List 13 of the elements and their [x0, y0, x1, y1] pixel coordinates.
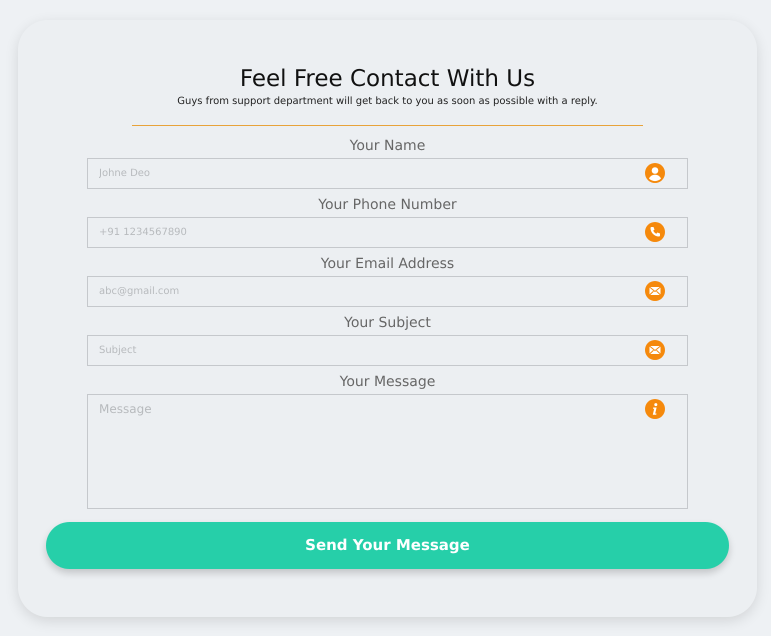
envelope-icon	[645, 281, 665, 301]
envelope-icon	[645, 340, 665, 360]
field-label: Your Email Address	[320, 255, 454, 274]
form-title: Feel Free Contact With Us	[240, 65, 536, 94]
field-label: Your Message	[340, 373, 436, 392]
phone-icon	[645, 222, 665, 242]
user-icon	[645, 163, 665, 183]
field-label: Your Name	[350, 137, 426, 156]
field-label: Your Subject	[344, 314, 431, 333]
send-button[interactable]: Send Your Message	[46, 522, 729, 569]
field-label: Your Phone Number	[318, 196, 457, 215]
form-subtitle: Guys from support department will get back to you as soon as possible with a reply.	[177, 95, 598, 109]
info-icon	[645, 399, 665, 419]
